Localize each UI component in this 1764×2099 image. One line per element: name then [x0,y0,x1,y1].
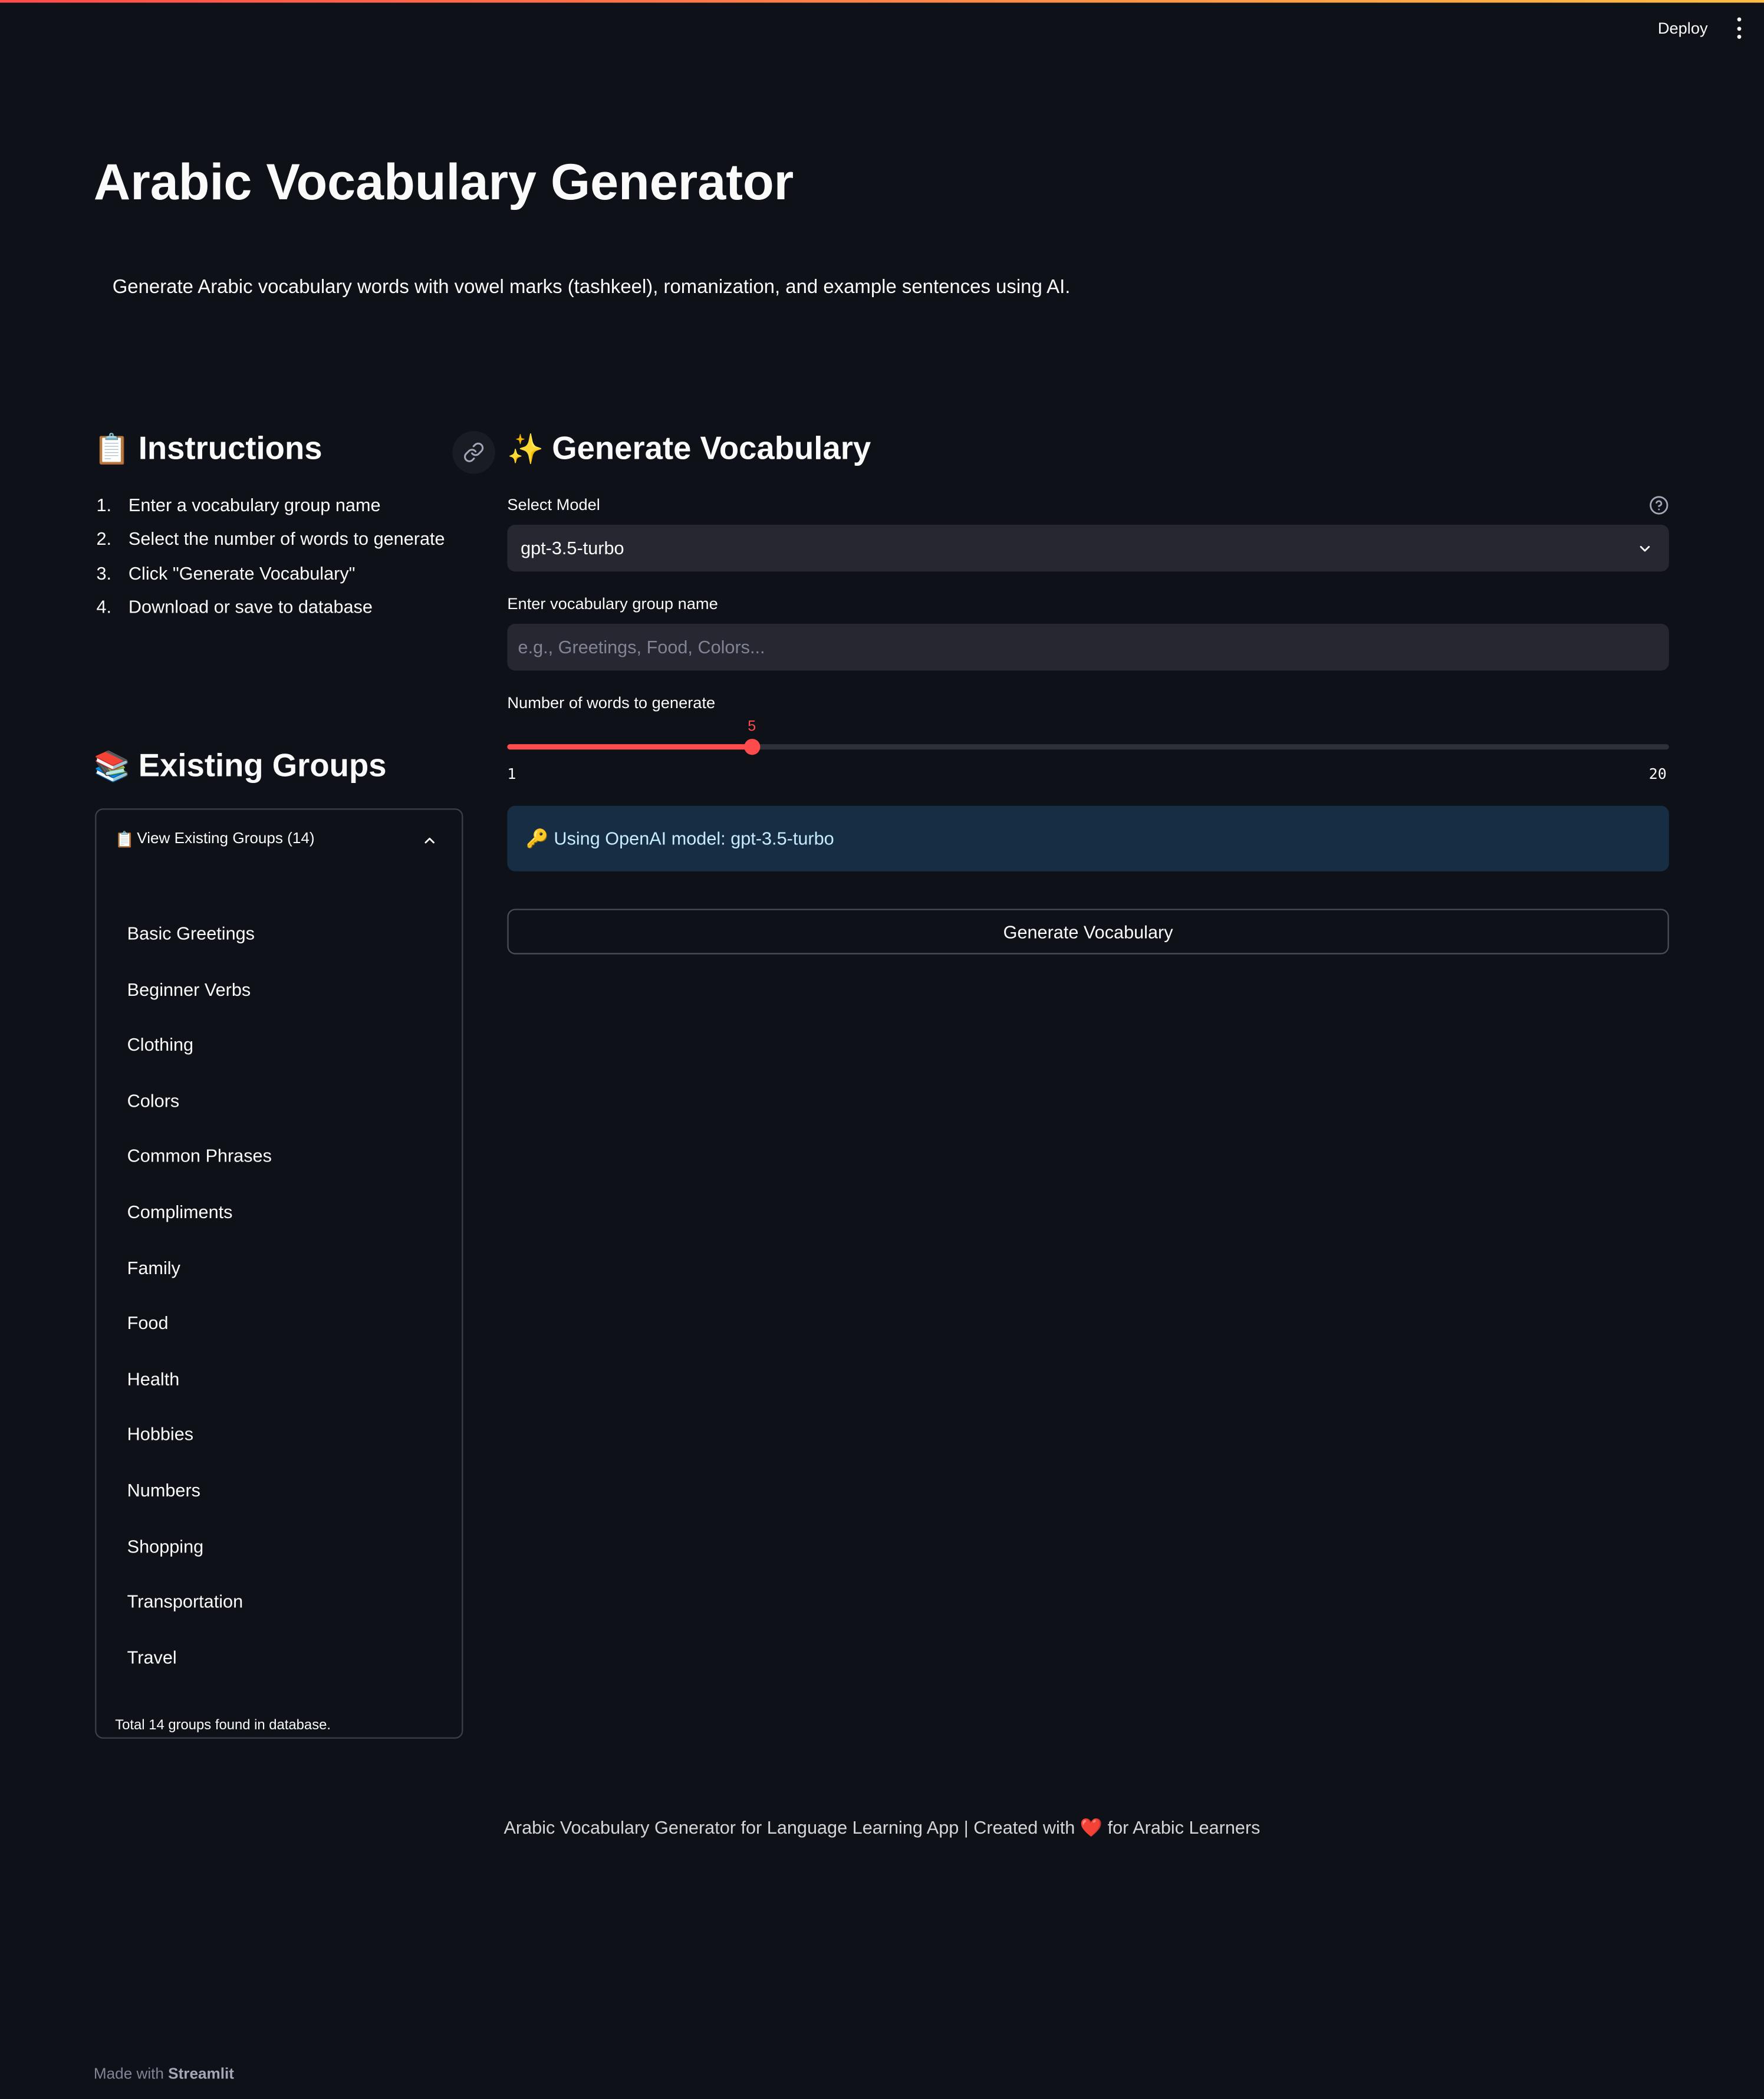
list-item: Transportation [127,1591,243,1612]
list-item: Travel [127,1647,177,1667]
slider-value: 5 [748,719,756,735]
groups-total-text: Total 14 groups found in database. [115,1717,331,1733]
slider-thumb[interactable] [743,739,760,755]
help-icon[interactable] [1649,495,1669,522]
group-name-label: Enter vocabulary group name [507,594,718,613]
generate-vocabulary-button[interactable]: Generate Vocabulary [507,909,1669,955]
top-decoration [0,0,1764,3]
model-info-alert: 🔑 Using OpenAI model: gpt-3.5-turbo [507,805,1669,871]
app-page: Deploy Arabic Vocabulary Generator Gener… [0,0,1764,2099]
footer-text-before: Arabic Vocabulary Generator for Language… [503,1817,1075,1838]
chevron-up-icon[interactable] [422,833,437,853]
existing-groups-heading-text: Existing Groups [138,748,387,785]
instruction-step: 4. Download or save to database [96,597,445,631]
kebab-menu-icon[interactable] [1729,17,1748,39]
page-title: Arabic Vocabulary Generator [93,155,794,212]
footer: Arabic Vocabulary Generator for Language… [0,1818,1764,1839]
clipboard-icon: 📋 [115,833,134,849]
slider-min: 1 [507,765,516,784]
app-header: Deploy [1658,0,1764,56]
existing-groups-heading: 📚 Existing Groups [94,748,387,786]
list-item: Compliments [127,1202,233,1222]
group-name-input[interactable] [507,623,1669,671]
list-item: Shopping [127,1536,204,1557]
list-item: Numbers [127,1480,200,1501]
expander-header[interactable]: 📋 View Existing Groups (14) [115,828,443,850]
slider-track[interactable] [507,744,1669,750]
deploy-button[interactable]: Deploy [1658,19,1708,38]
list-item: Hobbies [127,1424,194,1445]
instructions-heading: 📋 Instructions [94,431,322,469]
list-item: Food [127,1313,169,1334]
instruction-step: 1. Enter a vocabulary group name [96,495,445,529]
generate-heading-text: Generate Vocabulary [552,430,871,468]
groups-list: Basic Greetings Beginner Verbs Clothing … [127,914,272,1693]
list-item: Family [127,1257,180,1278]
link-icon[interactable] [452,430,495,474]
existing-groups-expander: 📋 View Existing Groups (14) Basic Greeti… [95,808,463,1739]
expander-label: View Existing Groups (14) [137,831,315,847]
list-item: Clothing [127,1035,194,1055]
list-item: Common Phrases [127,1146,272,1167]
key-icon: 🔑 [526,828,549,848]
instructions-list: 1. Enter a vocabulary group name 2. Select… [96,495,445,631]
streamlit-link[interactable]: Streamlit [168,2067,234,2082]
books-icon: 📚 [93,749,131,784]
generate-heading: ✨ Generate Vocabulary [507,431,871,469]
page-subtitle: Generate Arabic vocabulary words with vo… [112,277,1071,299]
instruction-step: 2. Select the number of words to generate [96,529,445,564]
list-item: Health [127,1368,180,1389]
list-item: Colors [127,1090,180,1111]
instruction-step-text: Download or save to database [128,597,373,617]
model-label: Select Model [507,495,600,514]
instruction-step-text: Select the number of words to generate [128,529,445,550]
made-with-streamlit[interactable]: Made with Streamlit [94,2067,234,2082]
slider-fill [507,744,752,750]
slider-max: 20 [1648,765,1667,784]
model-info-text: Using OpenAI model: gpt-3.5-turbo [554,828,834,849]
instruction-step-text: Click "Generate Vocabulary" [128,563,356,584]
heart-icon: ❤️ [1080,1817,1103,1838]
footer-text-after: for Arabic Learners [1107,1817,1261,1838]
model-select-value: gpt-3.5-turbo [521,538,624,558]
list-item: Beginner Verbs [127,979,251,999]
model-select[interactable]: gpt-3.5-turbo [507,524,1669,572]
instruction-step-text: Enter a vocabulary group name [128,495,381,515]
instructions-heading-text: Instructions [138,430,322,468]
instruction-step: 3. Click "Generate Vocabulary" [96,563,445,597]
made-with-prefix: Made with [93,2067,164,2083]
words-count-label: Number of words to generate [507,693,716,712]
list-item: Basic Greetings [127,923,255,944]
chevron-down-icon [1637,541,1653,561]
clipboard-icon: 📋 [93,432,131,466]
sparkles-icon: ✨ [507,432,544,466]
